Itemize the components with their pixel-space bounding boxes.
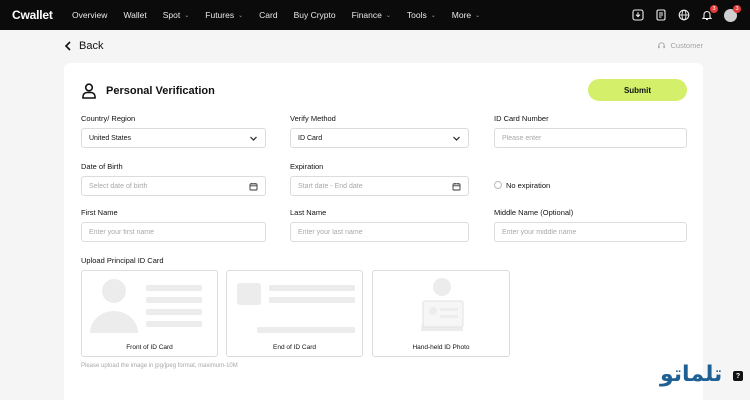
upload-hint: Please upload the image in jpg/jpeg form… [81, 363, 238, 369]
chevron-down-icon [250, 136, 257, 141]
submit-button[interactable]: Submit [588, 79, 687, 101]
user-icon [82, 83, 96, 99]
nav-item-spot[interactable]: Spot ⌄ [163, 10, 190, 20]
first-name-input[interactable] [89, 228, 258, 236]
middle-name-field[interactable] [494, 222, 687, 242]
orders-icon[interactable] [653, 7, 669, 23]
upload-front-id[interactable]: Front of ID Card [81, 270, 218, 357]
customer-support-link[interactable]: Customer [657, 41, 703, 50]
id-card-number-label: ID Card Number [494, 114, 549, 123]
nav-item-futures[interactable]: Futures ⌄ [205, 10, 243, 20]
chevron-down-icon: ⌄ [385, 12, 391, 19]
bell-icon[interactable]: 3 [699, 5, 718, 23]
notification-badge: 3 [710, 5, 718, 13]
calendar-icon [249, 183, 258, 191]
nav-item-overview[interactable]: Overview [72, 10, 107, 20]
nav-label: Tools [406, 10, 427, 20]
help-icon[interactable]: ? [733, 371, 743, 381]
expiration-placeholder: Start date - End date [298, 182, 363, 190]
nav-label: Futures [205, 10, 235, 20]
title-row: Personal Verification [82, 83, 215, 99]
first-name-field[interactable] [81, 222, 266, 242]
expiration-label: Expiration [290, 162, 324, 171]
id-card-number-input[interactable] [502, 134, 679, 142]
id-card-front-illustration [90, 279, 202, 333]
verify-method-label: Verify Method [290, 114, 336, 123]
id-card-back-illustration [237, 283, 355, 333]
chevron-down-icon: ⌄ [475, 12, 481, 19]
brand-logo[interactable]: Cwallet [12, 8, 53, 22]
avatar-badge: 3 [733, 5, 741, 13]
main-nav: Overview Wallet Spot ⌄ Futures ⌄ Card Buy … [72, 0, 496, 30]
upload-section-title: Upload Principal ID Card [81, 256, 164, 265]
middle-name-input[interactable] [502, 228, 679, 236]
upload-back-caption: End of ID Card [273, 344, 316, 351]
nav-item-wallet[interactable]: Wallet [123, 10, 146, 20]
download-icon[interactable] [630, 7, 646, 23]
verify-method-select[interactable]: ID Card [290, 128, 469, 148]
id-card-number-field[interactable] [494, 128, 687, 148]
last-name-field[interactable] [290, 222, 469, 242]
chevron-down-icon: ⌄ [430, 12, 436, 19]
chevron-down-icon: ⌄ [238, 12, 244, 19]
nav-label: Card [259, 10, 278, 20]
country-select[interactable]: United States [81, 128, 266, 148]
chevron-left-icon [64, 41, 71, 51]
nav-item-finance[interactable]: Finance ⌄ [352, 10, 391, 20]
last-name-input[interactable] [298, 228, 461, 236]
customer-label: Customer [670, 41, 703, 50]
chevron-down-icon [453, 136, 460, 141]
nav-item-more[interactable]: More ⌄ [452, 10, 480, 20]
back-label: Back [79, 40, 104, 52]
nav-label: More [451, 10, 472, 20]
dob-field[interactable]: Select date of birth [81, 176, 266, 196]
upload-handheld-photo[interactable]: Hand-held ID Photo [372, 270, 510, 357]
upload-handheld-caption: Hand-held ID Photo [412, 344, 470, 351]
nav-label: Overview [72, 10, 108, 20]
avatar[interactable]: 3 [722, 5, 741, 23]
upload-back-id[interactable]: End of ID Card [226, 270, 363, 357]
verify-method-value: ID Card [298, 134, 323, 142]
nav-label: Finance [351, 10, 382, 20]
watermark-logo: تلماتو [660, 362, 723, 387]
middle-name-label: Middle Name (Optional) [494, 208, 574, 217]
verification-card: Personal Verification Submit Country/ Re… [64, 63, 703, 400]
nav-item-buy-crypto[interactable]: Buy Crypto [294, 10, 336, 20]
headset-icon [658, 42, 666, 49]
calendar-icon [452, 183, 461, 191]
chevron-down-icon: ⌄ [184, 12, 190, 19]
page-title: Personal Verification [106, 85, 215, 97]
country-value: United States [89, 134, 132, 142]
back-button[interactable]: Back [64, 40, 103, 52]
nav-label: Wallet [123, 10, 147, 20]
nav-actions: 3 3 [623, 0, 741, 30]
top-navbar: Cwallet Overview Wallet Spot ⌄ Futures ⌄ C… [0, 0, 750, 30]
nav-label: Spot [162, 10, 181, 20]
globe-icon[interactable] [676, 7, 692, 23]
country-label: Country/ Region [81, 114, 136, 123]
no-expiration-checkbox[interactable] [494, 181, 502, 189]
no-expiration-label: No expiration [506, 181, 551, 190]
nav-item-tools[interactable]: Tools ⌄ [407, 10, 436, 20]
nav-item-card[interactable]: Card [259, 10, 277, 20]
first-name-label: First Name [81, 208, 118, 217]
last-name-label: Last Name [290, 208, 327, 217]
upload-front-caption: Front of ID Card [126, 344, 173, 351]
expiration-range-field[interactable]: Start date - End date [290, 176, 469, 196]
handheld-id-illustration [421, 278, 464, 331]
dob-placeholder: Select date of birth [89, 182, 148, 190]
dob-label: Date of Birth [81, 162, 123, 171]
nav-label: Buy Crypto [293, 10, 336, 20]
